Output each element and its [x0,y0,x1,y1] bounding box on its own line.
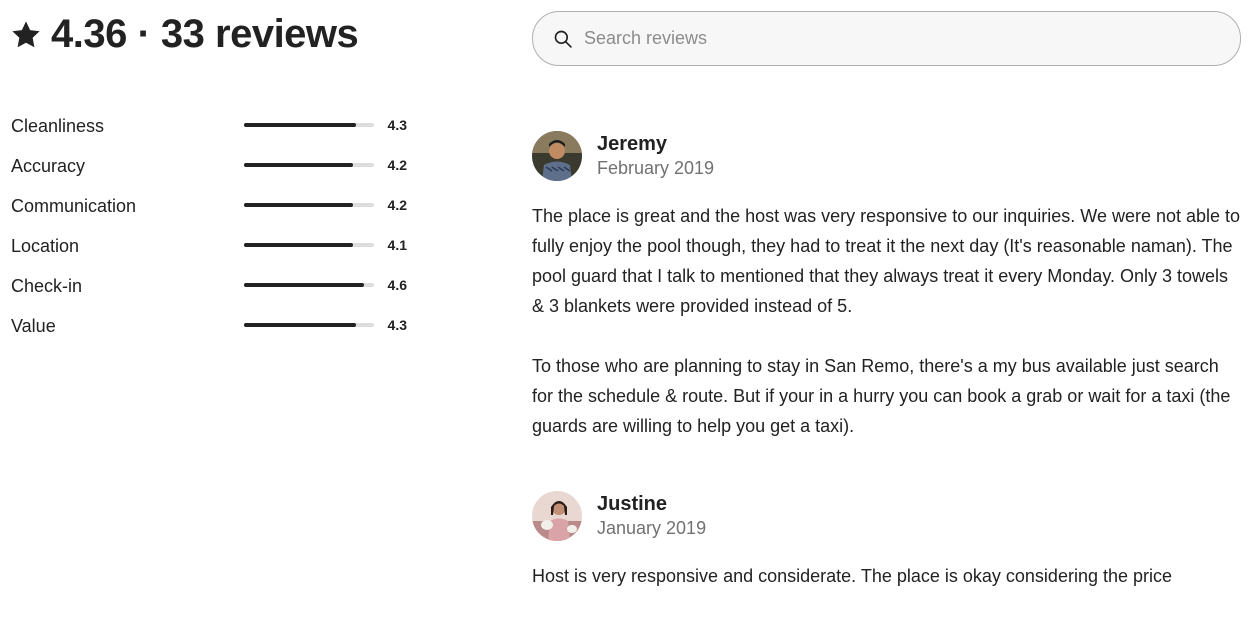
rating-row-location: Location 4.1 [11,226,411,266]
rating-label: Cleanliness [11,115,105,136]
rating-value: 4.6 [387,277,407,293]
rating-value: 4.2 [387,197,407,213]
reviewer-info: Justine January 2019 [597,492,706,540]
avatar[interactable] [532,491,582,541]
rating-bar-fill [244,323,356,327]
reviews-summary: 4.36 · 33 reviews [10,12,359,57]
category-ratings: Cleanliness 4.3 Accuracy 4.2 Communicati… [11,106,411,346]
rating-bar-fill [244,123,356,127]
avatar[interactable] [532,131,582,181]
rating-label: Value [11,315,56,336]
review-text: Host is very responsive and considerate.… [532,561,1242,591]
review-paragraph: Host is very responsive and considerate.… [532,566,1173,586]
rating-bar-fill [244,283,364,287]
review-paragraph: To those who are planning to stay in San… [532,356,1231,436]
rating-bar [244,243,374,247]
rating-bar-fill [244,203,354,207]
rating-row-communication: Communication 4.2 [11,186,411,226]
rating-value: 4.2 [387,157,407,173]
reviewer-name: Jeremy [597,133,668,155]
review-date: January 2019 [597,518,707,538]
search-icon [554,30,572,48]
rating-label: Check-in [11,275,83,296]
review-text: The place is great and the host was very… [532,201,1242,441]
rating-bar [244,123,374,127]
rating-row-cleanliness: Cleanliness 4.3 [11,106,411,146]
rating-bar [244,163,374,167]
review-item: Justine January 2019 Host is very respon… [532,491,1242,621]
rating-label: Accuracy [11,155,86,176]
search-reviews-box[interactable] [532,11,1241,66]
review-header: Jeremy February 2019 [532,131,1242,181]
review-paragraph: The place is great and the host was very… [532,206,1241,316]
rating-value: 4.3 [387,117,407,133]
rating-row-value: Value 4.3 [11,306,411,346]
rating-bar-fill [244,163,354,167]
rating-label: Location [11,235,80,256]
search-input[interactable] [582,27,1186,50]
review-date: February 2019 [597,158,715,178]
rating-row-check-in: Check-in 4.6 [11,266,411,306]
review-header: Justine January 2019 [532,491,1242,541]
rating-value: 4.3 [387,317,407,333]
rating-bar [244,203,374,207]
reviewer-name: Justine [597,493,668,515]
review-item: Jeremy February 2019 The place is great … [532,131,1242,471]
rating-bar [244,323,374,327]
rating-bar [244,283,374,287]
star-icon [12,20,40,47]
rating-bar-fill [244,243,354,247]
reviewer-info: Jeremy February 2019 [597,132,714,180]
rating-row-accuracy: Accuracy 4.2 [11,146,411,186]
rating-value: 4.1 [387,237,407,253]
reviews-summary-title: 4.36 · 33 reviews [51,12,359,56]
rating-label: Communication [11,195,137,216]
